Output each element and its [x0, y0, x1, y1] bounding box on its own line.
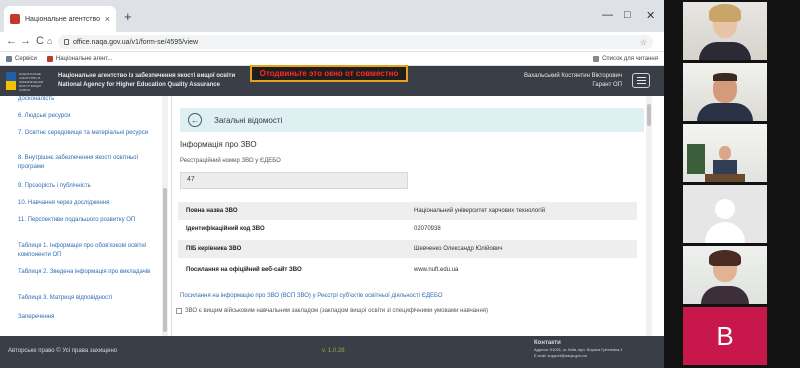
contact-email: E-mail: support@naqa.gov.ua — [534, 353, 587, 358]
reading-list-label: Список для читання — [602, 55, 658, 62]
military-checkbox-label: ЗВО є вищим військовим навчальним заклад… — [185, 308, 489, 314]
version-text: v. 1.0.28 — [322, 348, 345, 354]
scrollbar-thumb[interactable] — [163, 188, 167, 332]
military-checkbox[interactable] — [176, 308, 182, 314]
bookmark-star-icon[interactable]: ☆ — [640, 38, 647, 47]
agency-name-uk: Національне агентство із забезпечення як… — [58, 73, 236, 79]
table-row: Ідентифікаційний код ЗВО 02070938 — [178, 220, 637, 238]
sidebar-item-human-resources[interactable]: 6. Людські ресурси — [18, 112, 160, 121]
address-bar[interactable]: office.naqa.gov.ua/v1/form-se/4595/view … — [58, 35, 653, 49]
site-footer: Авторське право © Усі права захищено v. … — [0, 336, 664, 368]
avatar-placeholder-icon — [715, 199, 735, 219]
sidebar-item-table-3[interactable]: Таблиця 3. Матриця відповідності — [18, 294, 160, 303]
hamburger-menu-icon[interactable] — [632, 73, 650, 88]
url-text: office.naqa.gov.ua/v1/form-se/4595/view — [73, 38, 199, 46]
contacts-title: Контакти — [534, 340, 561, 346]
close-tab-icon[interactable]: × — [105, 14, 110, 24]
reading-list[interactable]: Список для читання — [593, 55, 658, 62]
tab-title: Національне агентство із забез — [25, 15, 100, 23]
sidebar-item-objections[interactable]: Заперечення — [18, 313, 160, 322]
military-checkbox-row[interactable]: ЗВО є вищим військовим навчальним заклад… — [176, 308, 488, 314]
logo-mark-icon — [6, 72, 16, 90]
reading-list-icon — [593, 55, 600, 62]
scrollbar-thumb[interactable] — [647, 104, 651, 126]
address-toolbar: ← → C ⌂ office.naqa.gov.ua/v1/form-se/45… — [0, 32, 664, 52]
tab-strip: Національне агентство із забез × + — □ ✕ — [0, 0, 664, 32]
bookmark-naqa[interactable]: Національне агент... — [46, 55, 113, 62]
row-key: Ідентифікаційний код ЗВО — [186, 226, 265, 232]
sidebar-item-transparency[interactable]: 9. Прозорість і публічність — [18, 182, 160, 191]
row-value[interactable]: www.nuft.edu.ua — [414, 267, 458, 273]
section-header: ← Загальні відомості — [180, 108, 644, 132]
agency-name-en: National Agency for Higher Education Qua… — [58, 82, 220, 88]
sidebar-item-table-1[interactable]: Таблиця 1. Інформація про обов'язкові ос… — [18, 242, 160, 260]
back-arrow-icon[interactable]: ← — [188, 113, 202, 127]
section-title: Загальні відомості — [214, 115, 283, 125]
forward-icon[interactable]: → — [20, 35, 31, 48]
registry-number-label: Реєстраційний номер ЗВО у ЄДЕБО — [180, 158, 281, 164]
sidebar-item-prospects[interactable]: 11. Перспективи подальшого розвитку ОП — [18, 216, 160, 225]
new-tab-button[interactable]: + — [124, 10, 132, 23]
agency-name: Національне агентство із забезпечення як… — [58, 72, 235, 90]
bookmark-label: Національне агент... — [55, 55, 113, 62]
bookmark-services[interactable]: Сервіси — [6, 55, 37, 62]
sidebar-scrollbar[interactable] — [162, 96, 168, 336]
home-icon[interactable]: ⌂ — [47, 35, 52, 48]
contacts-block: Контакти Адреса: 01001, м. Київ, вул. Бо… — [534, 339, 623, 359]
sidebar-item-table-2[interactable]: Таблиця 2. Зведена інформація про виклад… — [18, 268, 160, 277]
sidebar-item-research[interactable]: 10. Навчання через дослідження — [18, 199, 160, 208]
participant-video-4[interactable] — [683, 185, 767, 243]
registry-number-field[interactable]: 47 — [180, 172, 408, 189]
user-name: Вахальський Костянтин Вікторович — [524, 73, 622, 79]
user-role: Гарант ОП — [592, 82, 622, 88]
screen-share-warning[interactable]: Отодвиньте это окно от совместно — [250, 65, 408, 82]
participant-avatar-letter[interactable]: B — [683, 307, 767, 365]
sidebar-item-internal-quality[interactable]: 8. Внутрішнє забезпечення якості освітнь… — [18, 154, 160, 172]
row-value: Національний університет харчових технол… — [414, 208, 546, 214]
info-title: Інформація про ЗВО — [180, 140, 257, 149]
sidebar-nav: досконалість 6. Людські ресурси 7. Освіт… — [0, 96, 172, 336]
minimize-icon[interactable]: — — [602, 9, 613, 21]
browser-window: Національне агентство із забез × + — □ ✕… — [0, 0, 664, 368]
lock-icon — [64, 39, 69, 45]
row-key: ПІБ керівника ЗВО — [186, 246, 242, 252]
participant-video-2[interactable] — [683, 63, 767, 121]
maximize-icon[interactable]: □ — [624, 9, 631, 21]
participant-video-5[interactable] — [683, 246, 767, 304]
bookmarks-bar: Сервіси Національне агент... Список для … — [0, 52, 664, 66]
table-row: ПІБ керівника ЗВО Шевченко Олександр Юлі… — [178, 240, 637, 258]
close-window-icon[interactable]: ✕ — [646, 9, 655, 22]
main-scrollbar[interactable] — [646, 96, 652, 336]
table-row: Повна назва ЗВО Національний університет… — [178, 202, 637, 220]
participant-initial: B — [716, 320, 734, 351]
back-icon[interactable]: ← — [6, 35, 17, 48]
browser-tab[interactable]: Національне агентство із забез × — [4, 6, 116, 32]
sidebar-item-environment[interactable]: 7. Освітнє середовище та матеріальні рес… — [18, 129, 160, 138]
copyright-text: Авторське право © Усі права захищено — [8, 348, 118, 354]
registry-link[interactable]: Посилання на інформацію про ЗВО (ВСП ЗВО… — [180, 293, 443, 299]
bookmark-label: Сервіси — [15, 55, 37, 62]
logo-text: НАЦІОНАЛЬНЕ АГЕНТСТВО ІЗ ЗАБЕЗПЕЧЕННЯ ЯК… — [19, 72, 44, 92]
main-content: ← Загальні відомості Інформація про ЗВО … — [172, 96, 652, 336]
naqa-logo[interactable]: НАЦІОНАЛЬНЕ АГЕНТСТВО ІЗ ЗАБЕЗПЕЧЕННЯ ЯК… — [6, 70, 54, 92]
reload-icon[interactable]: C — [36, 35, 44, 48]
favicon-icon — [46, 55, 53, 62]
participant-video-1[interactable] — [683, 2, 767, 60]
row-key: Повна назва ЗВО — [186, 208, 238, 214]
user-info: Вахальський Костянтин Вікторович Гарант … — [524, 72, 622, 90]
favicon-icon — [10, 14, 20, 24]
sidebar-item-excellence[interactable]: досконалість — [18, 96, 160, 104]
apps-icon — [6, 55, 12, 62]
table-row: Посилання на офіційний веб-сайт ЗВО www.… — [178, 261, 637, 279]
row-value: Шевченко Олександр Юлійович — [414, 246, 503, 252]
row-value: 02070938 — [414, 226, 441, 232]
screen: Національне агентство із забез × + — □ ✕… — [0, 0, 800, 368]
participant-video-3[interactable] — [683, 124, 767, 182]
row-key: Посилання на офіційний веб-сайт ЗВО — [186, 267, 302, 273]
